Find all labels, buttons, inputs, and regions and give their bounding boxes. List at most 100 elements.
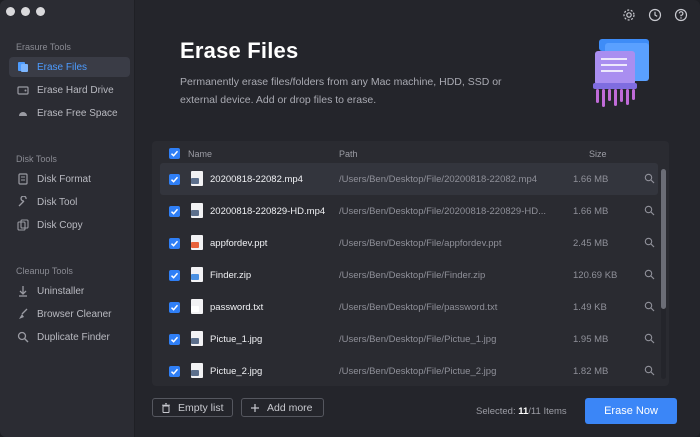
sidebar-item-browser-cleaner[interactable]: Browser Cleaner <box>9 304 130 324</box>
disk-format-icon <box>17 173 29 185</box>
file-size: 1.66 MB <box>573 174 609 185</box>
reveal-search-icon[interactable] <box>644 333 655 344</box>
sidebar-item-duplicate-finder[interactable]: Duplicate Finder <box>9 327 130 347</box>
selection-total: /11 Items <box>528 406 567 417</box>
file-size: 1.66 MB <box>573 206 609 217</box>
sidebar: Erasure Tools Erase Files Erase Hard Dri… <box>0 0 135 437</box>
sidebar-item-disk-copy[interactable]: Disk Copy <box>9 215 130 235</box>
table-row[interactable]: appfordev.ppt /Users/Ben/Desktop/File/ap… <box>160 227 658 259</box>
sidebar-item-label: Duplicate Finder <box>37 331 110 343</box>
sidebar-item-label: Disk Format <box>37 173 91 185</box>
reveal-search-icon[interactable] <box>644 365 655 376</box>
erase-files-icon <box>17 61 29 73</box>
table-row[interactable]: Pictue_1.jpg /Users/Ben/Desktop/File/Pic… <box>160 323 658 355</box>
disk-copy-icon <box>17 219 29 231</box>
file-size: 2.45 MB <box>573 238 609 249</box>
file-size: 120.69 KB <box>573 270 618 281</box>
reveal-search-icon[interactable] <box>644 269 655 280</box>
sidebar-item-label: Uninstaller <box>37 285 85 297</box>
file-path: /Users/Ben/Desktop/File/Pictue_2.jpg <box>339 366 497 377</box>
row-checkbox[interactable] <box>169 238 180 249</box>
sidebar-heading: Disk Tools <box>16 154 57 164</box>
empty-list-button[interactable]: Empty list <box>152 398 233 417</box>
erase-now-button[interactable]: Erase Now <box>585 398 677 424</box>
settings-gear-icon[interactable] <box>622 8 636 22</box>
reveal-search-icon[interactable] <box>644 205 655 216</box>
checkmark-icon <box>170 272 179 279</box>
checkmark-icon <box>170 304 179 311</box>
window-controls <box>6 7 45 16</box>
checkmark-icon <box>170 336 179 343</box>
file-size: 1.82 MB <box>573 366 609 377</box>
sidebar-item-erase-free-space[interactable]: Erase Free Space <box>9 103 130 123</box>
column-header-path[interactable]: Path <box>339 149 358 159</box>
checkmark-icon <box>170 240 179 247</box>
file-path: /Users/Ben/Desktop/File/password.txt <box>339 302 498 313</box>
row-checkbox[interactable] <box>169 366 180 377</box>
sidebar-item-disk-format[interactable]: Disk Format <box>9 169 130 189</box>
sidebar-section-disk-tools: Disk Tools Disk Format Disk Tool Disk Co… <box>0 152 135 238</box>
reveal-search-icon[interactable] <box>644 173 655 184</box>
disk-tool-icon <box>17 196 29 208</box>
file-size: 1.95 MB <box>573 334 609 345</box>
row-checkbox[interactable] <box>169 174 180 185</box>
file-list-scrollbar[interactable] <box>661 169 666 379</box>
sidebar-heading: Erasure Tools <box>16 42 71 52</box>
row-checkbox[interactable] <box>169 206 180 217</box>
file-name: 20200818-22082.mp4 <box>210 174 303 185</box>
sidebar-item-uninstaller[interactable]: Uninstaller <box>9 281 130 301</box>
zip-file-icon <box>191 267 203 282</box>
add-more-button[interactable]: Add more <box>241 398 324 417</box>
sidebar-item-label: Disk Copy <box>37 219 83 231</box>
image-file-icon <box>191 331 203 346</box>
browser-cleaner-icon <box>17 308 29 320</box>
add-more-label: Add more <box>267 401 313 414</box>
scrollbar-thumb[interactable] <box>661 169 666 309</box>
file-path: /Users/Ben/Desktop/File/appfordev.ppt <box>339 238 502 249</box>
file-path: /Users/Ben/Desktop/File/20200818-220829-… <box>339 206 547 217</box>
row-checkbox[interactable] <box>169 270 180 281</box>
sidebar-item-erase-hard-drive[interactable]: Erase Hard Drive <box>9 80 130 100</box>
file-size: 1.49 KB <box>573 302 607 313</box>
trash-icon <box>162 402 170 413</box>
column-header-name[interactable]: Name <box>188 149 212 159</box>
page-description: Permanently erase files/folders from any… <box>180 76 502 106</box>
table-row[interactable]: 20200818-22082.mp4 /Users/Ben/Desktop/Fi… <box>160 163 658 195</box>
sidebar-item-disk-tool[interactable]: Disk Tool <box>9 192 130 212</box>
row-checkbox[interactable] <box>169 302 180 313</box>
sidebar-item-label: Browser Cleaner <box>37 308 112 320</box>
zoom-window-button[interactable] <box>36 7 45 16</box>
reveal-search-icon[interactable] <box>644 301 655 312</box>
checkmark-icon <box>170 368 179 375</box>
plus-icon <box>251 403 259 412</box>
table-row[interactable]: Pictue_2.jpg /Users/Ben/Desktop/File/Pic… <box>160 355 658 386</box>
select-all-checkbox[interactable] <box>169 148 180 159</box>
app-window: Erasure Tools Erase Files Erase Hard Dri… <box>0 0 700 437</box>
row-checkbox[interactable] <box>169 334 180 345</box>
reveal-search-icon[interactable] <box>644 237 655 248</box>
table-row[interactable]: Finder.zip /Users/Ben/Desktop/File/Finde… <box>160 259 658 291</box>
help-question-icon[interactable] <box>674 8 688 22</box>
sidebar-item-label: Erase Hard Drive <box>37 84 114 96</box>
selection-status: Selected: 11/11 Items <box>476 406 567 417</box>
close-window-button[interactable] <box>6 7 15 16</box>
file-name: Pictue_1.jpg <box>210 334 263 345</box>
file-list-panel: Name Path Size 20200818-22082.mp4 /Users… <box>152 141 669 386</box>
table-row[interactable]: 20200818-220829-HD.mp4 /Users/Ben/Deskto… <box>160 195 658 227</box>
file-path: /Users/Ben/Desktop/File/20200818-22082.m… <box>339 174 538 185</box>
hard-drive-icon <box>17 84 29 96</box>
duplicate-finder-icon <box>17 331 29 343</box>
sidebar-item-erase-files[interactable]: Erase Files <box>9 57 130 77</box>
checkmark-icon <box>170 150 179 157</box>
sidebar-section-cleanup-tools: Cleanup Tools Uninstaller Browser Cleane… <box>0 264 135 350</box>
file-name: password.txt <box>210 302 264 313</box>
minimize-window-button[interactable] <box>21 7 30 16</box>
history-clock-icon[interactable] <box>648 8 662 22</box>
table-row[interactable]: password.txt /Users/Ben/Desktop/File/pas… <box>160 291 658 323</box>
shredder-illustration-icon <box>593 39 649 107</box>
column-header-size[interactable]: Size <box>589 149 607 159</box>
ppt-file-icon <box>191 235 203 250</box>
page-title: Erase Files <box>180 38 299 63</box>
video-file-icon <box>191 203 203 218</box>
free-space-icon <box>17 107 29 119</box>
